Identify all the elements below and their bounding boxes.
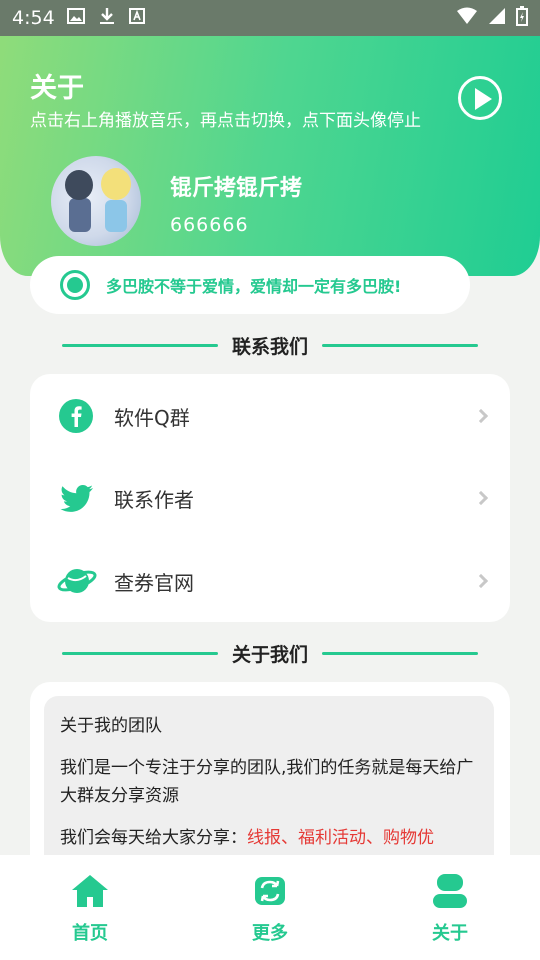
page-title: 关于 [30, 73, 84, 104]
signal-icon [488, 7, 506, 29]
about-paragraph: 我们是一个专注于分享的团队,我们的任务就是每天给广大群友分享资源 [60, 758, 474, 806]
contact-item-qq-group[interactable]: 软件Q群 [30, 374, 510, 458]
battery-icon [516, 6, 528, 30]
section-title-text: 关于我们 [232, 643, 309, 666]
twitter-icon [57, 479, 95, 517]
avatar-figure-body [69, 198, 91, 232]
contact-item-label: 查券官网 [114, 570, 194, 595]
planet-icon [57, 562, 97, 600]
user-id: 666666 [170, 214, 249, 236]
chevron-right-icon [473, 408, 489, 424]
avatar-figure-head [101, 168, 131, 200]
play-music-button[interactable] [458, 76, 502, 120]
refresh-icon [251, 873, 289, 909]
home-icon [71, 873, 109, 909]
contact-item-author[interactable]: 联系作者 [30, 456, 510, 540]
divider [62, 651, 218, 655]
tab-label: 关于 [432, 923, 468, 944]
motto-text: 多巴胺不等于爱情，爱情却一定有多巴胺! [106, 277, 402, 296]
avatar-figure-body [105, 200, 127, 232]
chevron-right-icon [473, 573, 489, 589]
contact-item-label: 软件Q群 [114, 405, 190, 430]
image-icon [66, 8, 85, 28]
status-bar: 4:54 [0, 0, 540, 36]
contact-item-website[interactable]: 查券官网 [30, 539, 510, 623]
tab-more[interactable]: 更多 [180, 855, 360, 960]
tab-home[interactable]: 首页 [0, 855, 180, 960]
profile-header: 关于 点击右上角播放音乐，再点击切换，点下面头像停止 锟斤拷锟斤拷 666666 [0, 36, 540, 276]
about-paragraph: 关于我的团队 [60, 716, 162, 736]
font-icon [128, 8, 145, 28]
download-icon [99, 7, 115, 29]
tab-label: 更多 [252, 923, 288, 944]
highlight-text: 线报、福利活动、购物优 [247, 828, 434, 848]
user-icon [431, 873, 469, 909]
about-card: 关于我的团队 我们是一个专注于分享的团队,我们的任务就是每天给广大群友分享资源 … [30, 682, 510, 896]
about-text: 我们会每天给大家分享： [60, 828, 247, 848]
divider [62, 343, 218, 347]
tab-about[interactable]: 关于 [360, 855, 540, 960]
avatar[interactable] [51, 156, 141, 246]
contact-item-label: 联系作者 [114, 487, 194, 512]
divider [322, 651, 479, 655]
motto-banner: 多巴胺不等于爱情，爱情却一定有多巴胺! [30, 256, 470, 314]
page-subtitle: 点击右上角播放音乐，再点击切换，点下面头像停止 [30, 111, 421, 131]
facebook-icon [57, 397, 95, 435]
status-time: 4:54 [12, 7, 55, 29]
bottom-tab-bar: 首页 更多 关于 [0, 855, 540, 960]
about-section-title: 关于我们 [62, 639, 479, 667]
tab-label: 首页 [72, 923, 108, 944]
avatar-figure-head [65, 170, 93, 200]
username: 锟斤拷锟斤拷 [170, 176, 303, 201]
about-paragraph: 我们会每天给大家分享：线报、福利活动、购物优 [60, 824, 478, 852]
section-title-text: 联系我们 [232, 335, 309, 358]
divider [322, 343, 479, 347]
radio-dot-icon [60, 270, 90, 300]
contact-section-title: 联系我们 [62, 331, 479, 359]
contact-card: 软件Q群 联系作者 查券官网 [30, 374, 510, 622]
chevron-right-icon [473, 490, 489, 506]
wifi-icon [456, 7, 478, 29]
